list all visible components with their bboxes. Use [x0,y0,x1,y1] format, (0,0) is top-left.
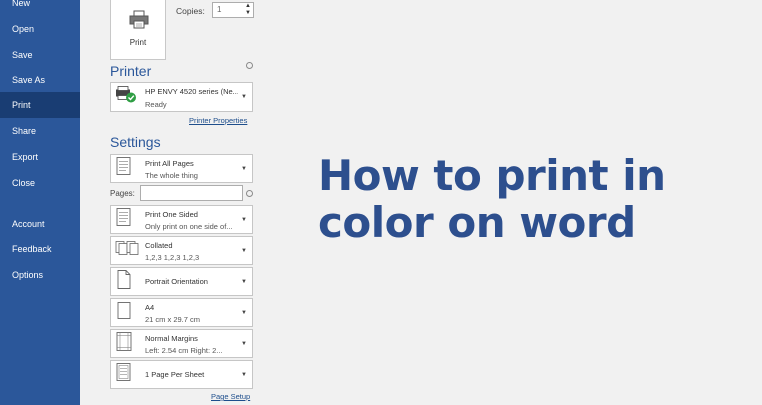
paper-size-desc: 21 cm x 29.7 cm [145,315,201,324]
pages-info-icon[interactable] [246,190,253,197]
print-range-dropdown[interactable]: Print All Pages The whole thing ▼ [110,154,253,183]
print-button[interactable]: Print [110,0,166,60]
pages-per-sheet-dropdown[interactable]: 1 Page Per Sheet ▼ [110,360,253,389]
sides-desc: Only print on one side of... [145,222,233,231]
sidebar-item-save[interactable]: Save [0,42,80,68]
margins-value: Normal Margins [145,334,198,343]
printer-dropdown[interactable]: HP ENVY 4520 series (Ne... Ready ▼ [110,82,253,112]
chevron-down-icon: ▼ [241,371,247,378]
print-range-desc: The whole thing [145,171,198,180]
paper-size-value: A4 [145,303,155,312]
chevron-down-icon: ▼ [241,165,247,172]
headline-line-1: How to print in [318,151,666,200]
one-sided-icon [115,207,133,232]
copies-label: Copies: [176,6,205,16]
collation-dropdown[interactable]: Collated 1,2,3 1,2,3 1,2,3 ▼ [110,236,253,265]
margins-icon [115,331,133,356]
paper-size-dropdown[interactable]: A4 21 cm x 29.7 cm ▼ [110,298,253,327]
sidebar-item-open[interactable]: Open [0,16,80,42]
settings-heading: Settings [110,134,161,150]
pages-label: Pages: [110,189,135,198]
orientation-dropdown[interactable]: Portrait Orientation ▼ [110,267,253,296]
printer-heading: Printer [110,63,152,79]
chevron-down-icon: ▼ [241,340,247,347]
sidebar-item-share[interactable]: Share [0,118,80,144]
portrait-icon [115,269,133,294]
pages-per-sheet-value: 1 Page Per Sheet [145,370,205,379]
margins-desc: Left: 2.54 cm Right: 2... [145,346,223,355]
sidebar-item-save-as[interactable]: Save As [0,67,80,93]
sides-value: Print One Sided [145,210,198,219]
sidebar-item-print[interactable]: Print [0,92,80,118]
collated-icon [115,239,139,262]
sidebar-item-new[interactable]: New [0,0,80,16]
pages-input[interactable] [140,185,243,201]
printer-name: HP ENVY 4520 series (Ne... [145,87,238,96]
sidebar-item-account[interactable]: Account [0,211,80,237]
printer-icon [129,10,149,35]
printer-properties-link[interactable]: Printer Properties [189,116,247,125]
sidebar-item-export[interactable]: Export [0,144,80,170]
printer-status: Ready [145,100,167,109]
sidebar-item-options[interactable]: Options [0,262,80,288]
backstage-sidebar: New Open Save Save As Print Share Export… [0,0,80,405]
collation-desc: 1,2,3 1,2,3 1,2,3 [145,253,200,262]
printer-info-icon[interactable] [246,62,253,69]
sides-dropdown[interactable]: Print One Sided Only print on one side o… [110,205,253,234]
chevron-down-icon: ▼ [241,216,247,223]
pages-icon [115,156,133,181]
chevron-down-icon: ▼ [241,278,247,285]
paper-size-icon [115,300,133,325]
margins-dropdown[interactable]: Normal Margins Left: 2.54 cm Right: 2...… [110,329,253,358]
chevron-down-icon: ▼ [241,247,247,254]
headline-overlay: How to print in color on word [318,152,758,246]
chevron-down-icon: ▼ [241,94,247,100]
copies-spinner[interactable]: ▲ ▼ [245,3,251,17]
print-range-value: Print All Pages [145,159,194,168]
page-setup-link[interactable]: Page Setup [211,392,250,401]
orientation-value: Portrait Orientation [145,277,208,286]
copies-value: 1 [217,5,222,14]
copies-input[interactable]: 1 ▲ ▼ [212,2,254,18]
collation-value: Collated [145,241,173,250]
sidebar-item-close[interactable]: Close [0,170,80,196]
chevron-down-icon: ▼ [241,309,247,316]
printer-ready-icon [115,85,139,110]
sidebar-item-feedback[interactable]: Feedback [0,236,80,262]
pages-per-sheet-icon [115,362,133,387]
headline-line-2: color on word [318,198,636,247]
print-button-label: Print [129,38,147,47]
